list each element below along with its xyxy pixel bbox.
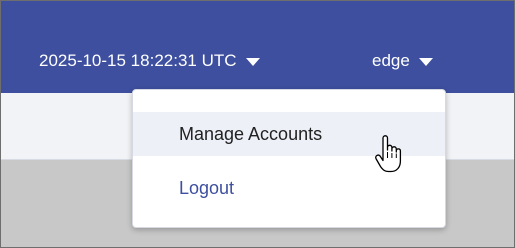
timestamp-label: 2025-10-15 18:22:31 UTC <box>39 51 237 70</box>
top-navbar: 2025-10-15 18:22:31 UTC edge <box>1 1 514 93</box>
username-label: edge <box>372 51 410 70</box>
app-window: 2025-10-15 18:22:31 UTC edge Manage Acco… <box>0 0 515 248</box>
caret-down-icon <box>418 57 433 66</box>
hand-pointer-icon <box>375 135 402 173</box>
timestamp-dropdown[interactable]: 2025-10-15 18:22:31 UTC <box>39 50 260 72</box>
user-menu-dropdown[interactable]: edge <box>372 50 433 72</box>
caret-down-icon <box>245 57 260 66</box>
